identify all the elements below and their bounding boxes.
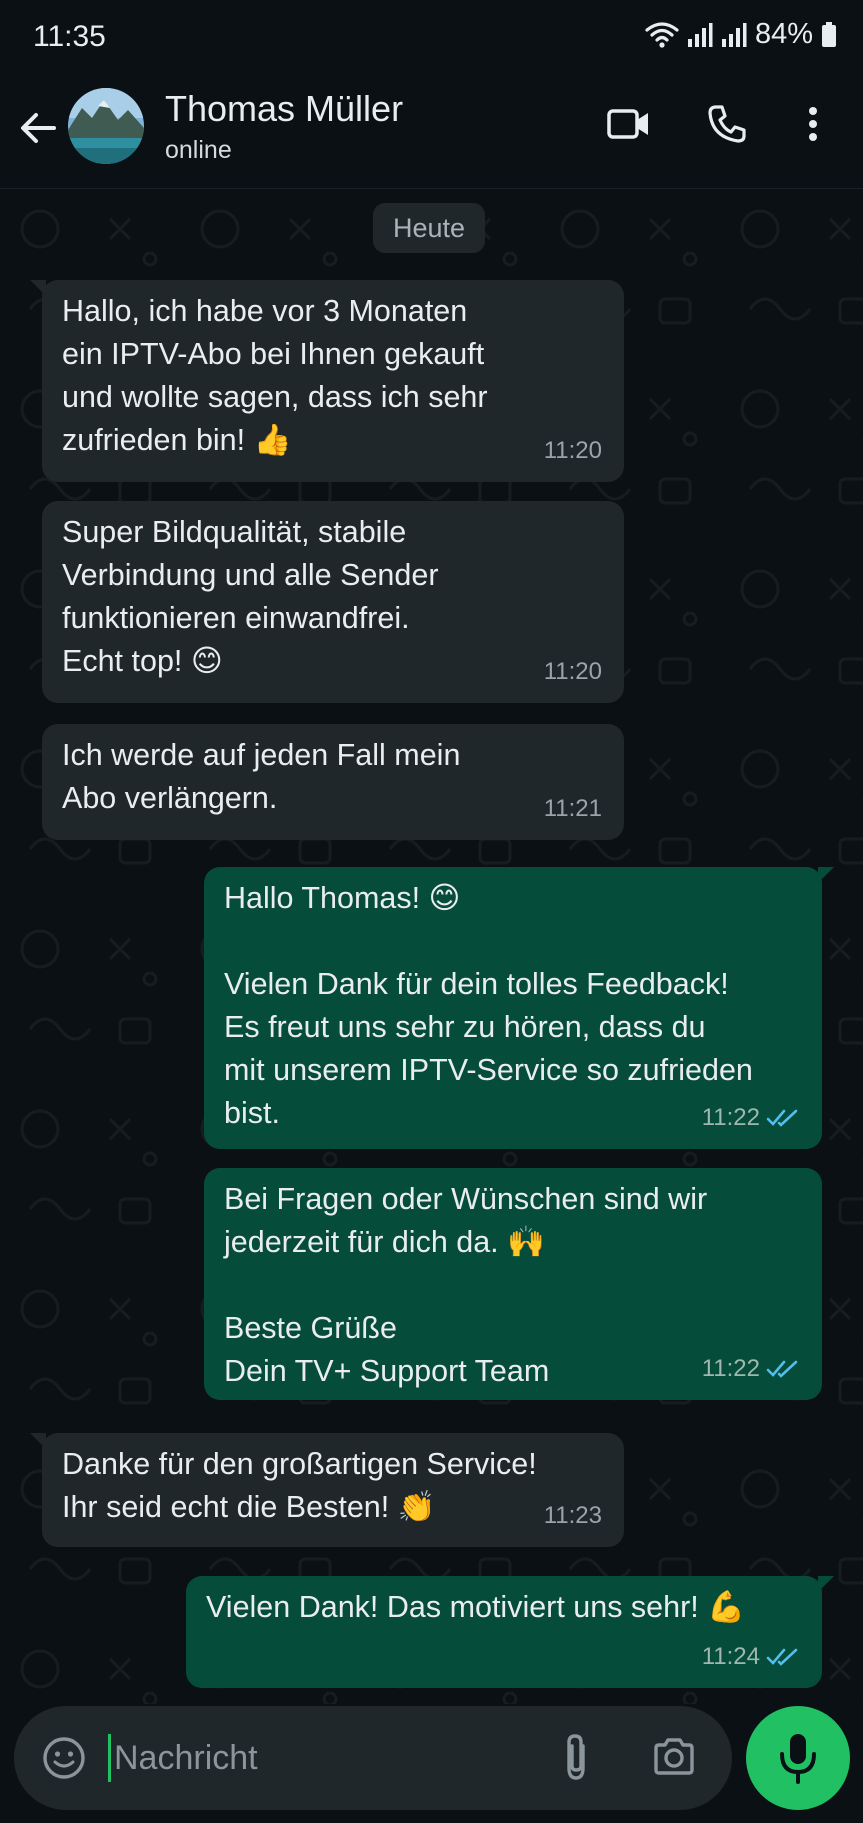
read-receipt-icon bbox=[766, 1648, 798, 1666]
contact-name[interactable]: Thomas Müller bbox=[165, 88, 403, 130]
message-time: 11:22 bbox=[702, 1096, 800, 1139]
message-time: 11:21 bbox=[543, 795, 602, 822]
message-text: Ich werde auf jeden Fall mein Abo verlän… bbox=[62, 738, 461, 815]
message-time: 11:20 bbox=[543, 658, 602, 685]
message-text: Hallo, ich habe vor 3 Monaten ein IPTV-A… bbox=[62, 294, 488, 457]
phone-icon[interactable] bbox=[707, 104, 747, 144]
message-incoming[interactable]: Ich werde auf jeden Fall mein Abo verlän… bbox=[42, 724, 624, 840]
status-bar: 11:35 84% bbox=[0, 0, 863, 74]
message-incoming[interactable]: Hallo, ich habe vor 3 Monaten ein IPTV-A… bbox=[30, 280, 624, 482]
signal-icon-2 bbox=[721, 22, 747, 47]
message-text: Super Bildqualität, stabile Verbindung u… bbox=[62, 515, 439, 678]
date-divider: Heute bbox=[373, 203, 486, 253]
mic-icon bbox=[780, 1734, 816, 1784]
read-receipt-icon bbox=[766, 1360, 798, 1378]
chat-header: Thomas Müller online bbox=[0, 74, 863, 189]
message-outgoing[interactable]: Vielen Dank! Das motiviert uns sehr! 💪 1… bbox=[186, 1576, 834, 1688]
back-arrow-icon[interactable] bbox=[18, 108, 58, 148]
contact-status: online bbox=[165, 136, 232, 164]
read-receipt-icon bbox=[766, 1109, 798, 1127]
bubble-tail bbox=[30, 1433, 46, 1449]
message-time: 11:20 bbox=[543, 437, 602, 464]
chat-area[interactable]: Heute Hallo, ich habe vor 3 Monaten ein … bbox=[0, 189, 863, 1704]
message-input-bar: Nachricht bbox=[14, 1706, 732, 1810]
wifi-icon bbox=[645, 21, 679, 48]
status-icons: 84% bbox=[645, 18, 837, 51]
text-cursor bbox=[108, 1734, 111, 1782]
video-call-icon[interactable] bbox=[606, 104, 652, 144]
more-vert-icon[interactable] bbox=[803, 104, 823, 144]
message-outgoing[interactable]: Bei Fragen oder Wünschen sind wir jederz… bbox=[204, 1168, 822, 1400]
message-input[interactable]: Nachricht bbox=[114, 1734, 258, 1782]
camera-icon[interactable] bbox=[652, 1736, 696, 1776]
message-text: Vielen Dank! Das motiviert uns sehr! 💪 bbox=[206, 1590, 746, 1624]
message-incoming[interactable]: Danke für den großartigen Service! Ihr s… bbox=[30, 1433, 624, 1547]
battery-icon bbox=[822, 21, 836, 47]
avatar-landscape-image bbox=[68, 88, 144, 164]
message-outgoing[interactable]: Hallo Thomas! 😊 Vielen Dank für dein tol… bbox=[204, 867, 834, 1149]
bubble-tail bbox=[30, 280, 46, 296]
signal-icon bbox=[687, 22, 713, 47]
message-time: 11:23 bbox=[543, 1502, 602, 1529]
mic-button[interactable] bbox=[746, 1706, 850, 1810]
bubble-tail bbox=[818, 867, 834, 883]
avatar[interactable] bbox=[68, 88, 144, 164]
bubble-tail bbox=[818, 1576, 834, 1592]
battery-percent: 84% bbox=[754, 18, 813, 50]
attach-icon[interactable] bbox=[559, 1732, 593, 1782]
message-time: 11:22 bbox=[702, 1347, 800, 1390]
message-time: 11:24 bbox=[702, 1635, 800, 1678]
emoji-icon[interactable] bbox=[42, 1736, 86, 1780]
message-text: Danke für den großartigen Service! Ihr s… bbox=[62, 1447, 537, 1524]
message-incoming[interactable]: Super Bildqualität, stabile Verbindung u… bbox=[42, 501, 624, 703]
status-time: 11:35 bbox=[33, 20, 106, 53]
